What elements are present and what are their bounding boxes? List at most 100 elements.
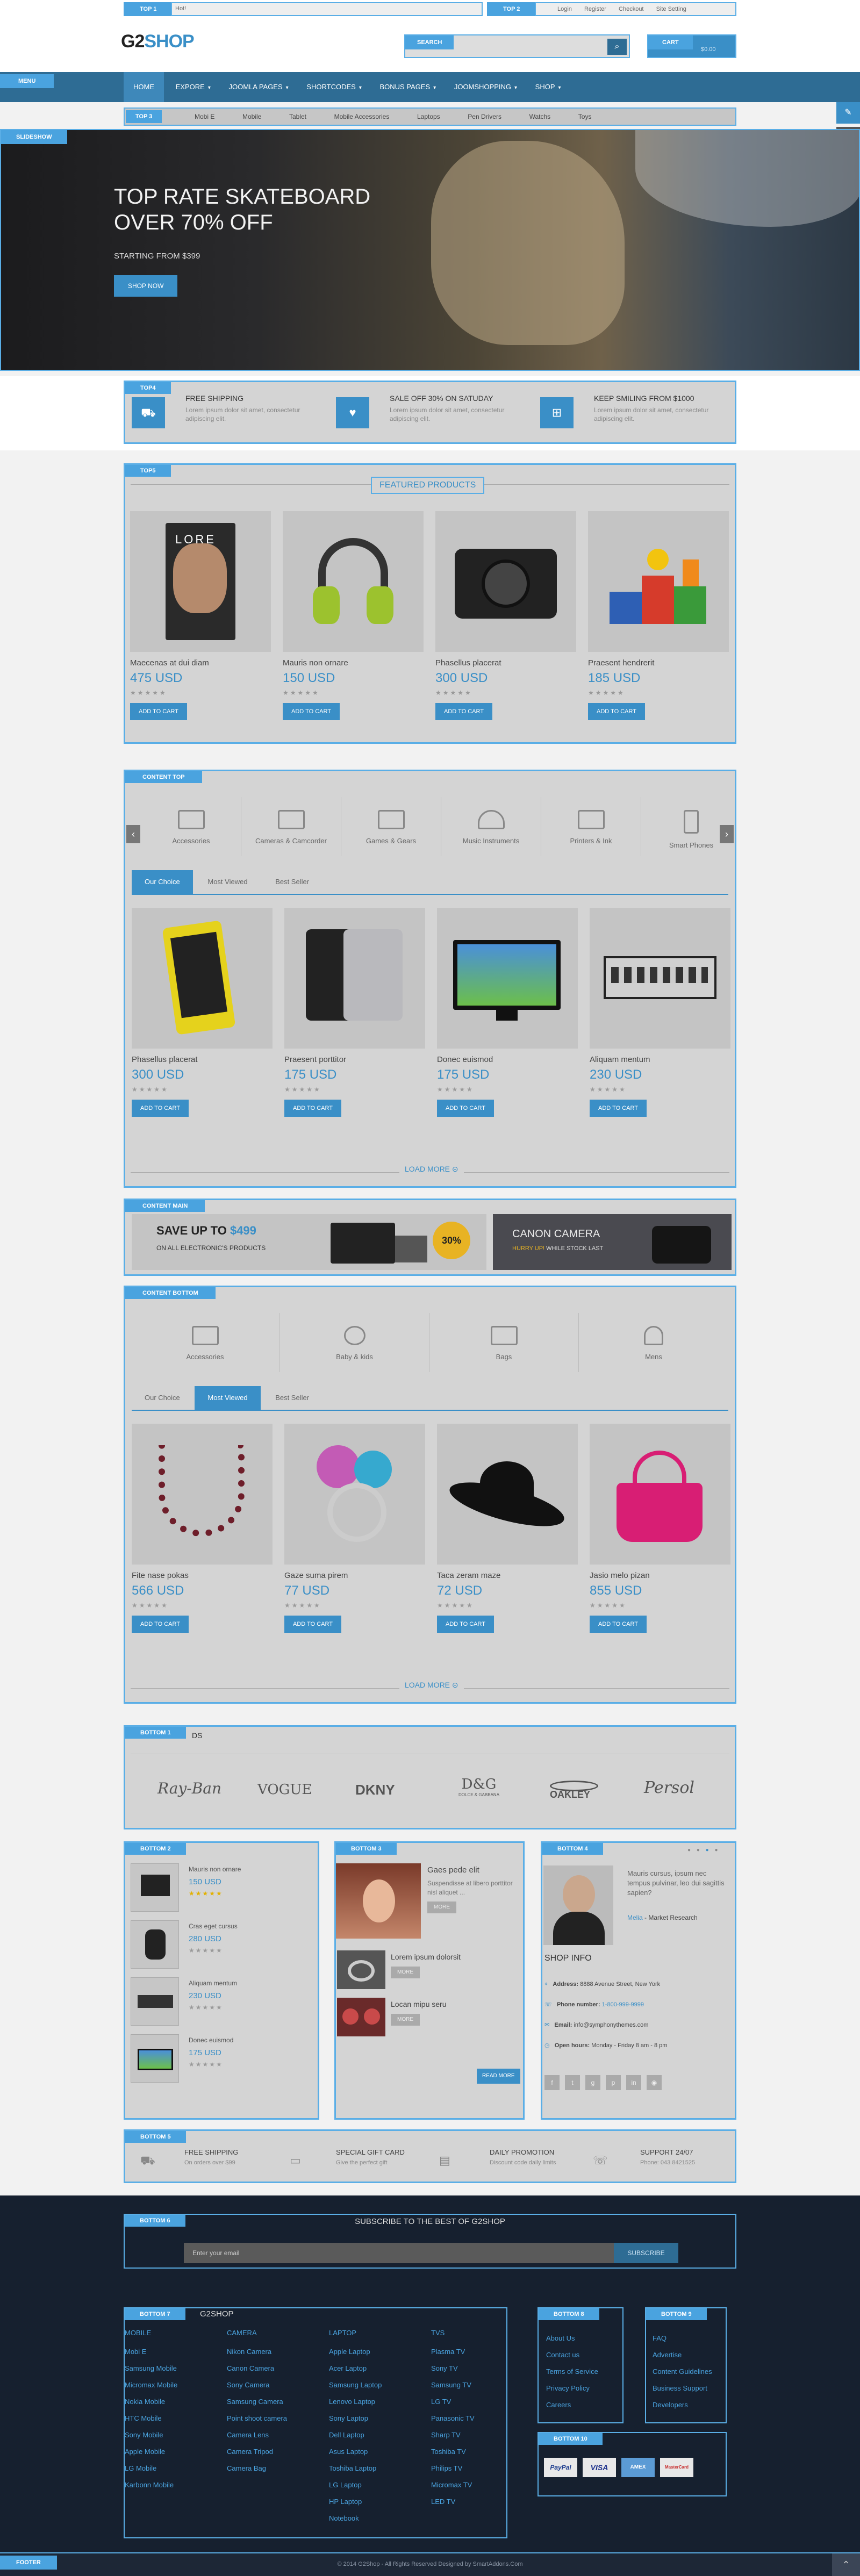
email-input[interactable]: Enter your email [184,2243,614,2263]
site-setting-link[interactable]: Site Setting [656,6,686,12]
product-name[interactable]: Phasellus placerat [132,1055,273,1064]
footer-link[interactable]: Micromax Mobile [125,2377,177,2393]
add-to-cart-button[interactable]: ADD TO CART [130,703,187,720]
login-link[interactable]: Login [557,6,572,12]
post-more-button[interactable]: MORE [391,1967,420,1978]
product-image[interactable] [590,908,730,1049]
nav-joomla-pages[interactable]: JOOMLA PAGES [219,72,292,102]
footer-link[interactable]: Sony TV [431,2360,475,2377]
subnav-tablet[interactable]: Tablet [276,109,319,125]
load-more-button[interactable]: LOAD MORE ⊝ [399,1165,464,1174]
footer-link[interactable]: Advertise [653,2347,712,2363]
footer-link[interactable]: Samsung Mobile [125,2360,177,2377]
footer-link[interactable]: Careers [546,2396,598,2413]
footer-link[interactable]: Terms of Service [546,2363,598,2380]
footer-link[interactable]: Camera Bag [227,2460,287,2477]
add-to-cart-button[interactable]: ADD TO CART [588,703,645,720]
add-to-cart-button[interactable]: ADD TO CART [284,1616,341,1633]
footer-link[interactable]: Sony Mobile [125,2427,177,2443]
subnav-mobi-e[interactable]: Mobi E [182,109,227,125]
product-image[interactable] [284,1424,425,1565]
add-to-cart-button[interactable]: ADD TO CART [283,703,340,720]
footer-link[interactable]: Plasma TV [431,2343,475,2360]
footer-link[interactable]: Philips TV [431,2460,475,2477]
tab-best-seller[interactable]: Best Seller [262,1386,322,1410]
footer-link[interactable]: Content Guidelines [653,2363,712,2380]
product-name[interactable]: Phasellus placerat [435,658,576,668]
footer-link[interactable]: Samsung Laptop [329,2377,382,2393]
footer-link[interactable]: Nikon Camera [227,2343,287,2360]
footer-link[interactable]: Mobi E [125,2343,177,2360]
product-image[interactable] [435,511,576,652]
product-name[interactable]: Fite nase pokas [132,1571,273,1580]
add-to-cart-button[interactable]: ADD TO CART [132,1100,189,1117]
add-to-cart-button[interactable]: ADD TO CART [437,1616,494,1633]
footer-link[interactable]: LG TV [431,2393,475,2410]
product-thumb[interactable] [131,1920,179,1969]
bottom2-item-name[interactable]: Aliquam mentum [189,1979,237,1987]
footer-link[interactable]: About Us [546,2330,598,2347]
footer-link[interactable]: LG Laptop [329,2477,382,2493]
footer-link[interactable]: HP Laptop [329,2493,382,2510]
settings-tool-icon[interactable]: ✎ [836,102,860,124]
product-card[interactable]: Phasellus placerat 300 USD ★★★★★ ADD TO … [132,908,273,1117]
footer-link[interactable]: Acer Laptop [329,2360,382,2377]
footer-link[interactable]: HTC Mobile [125,2410,177,2427]
product-image[interactable] [132,908,273,1049]
category-accessories[interactable]: Accessories [141,797,241,856]
nav-home[interactable]: HOME [124,72,164,102]
footer-link[interactable]: Sony Laptop [329,2410,382,2427]
add-to-cart-button[interactable]: ADD TO CART [437,1100,494,1117]
post-title[interactable]: Lorem ipsum dolorsit [391,1953,461,1961]
footer-link[interactable]: Apple Mobile [125,2443,177,2460]
footer-link[interactable]: Lenovo Laptop [329,2393,382,2410]
subscribe-button[interactable]: SUBSCRIBE [614,2243,678,2263]
read-more-button[interactable]: READ MORE [477,2069,520,2084]
footer-link[interactable]: Sharp TV [431,2427,475,2443]
add-to-cart-button[interactable]: ADD TO CART [590,1100,647,1117]
register-link[interactable]: Register [584,6,606,12]
search-box[interactable]: SEARCH ⌕ [404,34,630,58]
feature-image[interactable] [336,1863,421,1939]
carousel-dots[interactable]: ● ● ● ● [687,1847,720,1853]
footer-link[interactable]: Toshiba Laptop [329,2460,382,2477]
footer-link[interactable]: Samsung Camera [227,2393,287,2410]
category-accessories[interactable]: Accessories [131,1313,280,1372]
product-image[interactable] [283,511,424,652]
product-card[interactable]: Phasellus placerat 300 USD ★★★★★ ADD TO … [435,511,576,720]
add-to-cart-button[interactable]: ADD TO CART [284,1100,341,1117]
footer-link[interactable]: Point shoot camera [227,2410,287,2427]
post-more-button[interactable]: MORE [391,2014,420,2026]
category-smartphones[interactable]: Smart Phones [641,797,741,856]
nav-joomshopping[interactable]: JOOMSHOPPING [445,72,521,102]
cart-box[interactable]: CART $0.00 [647,34,736,58]
tab-our-choice[interactable]: Our Choice [132,870,193,894]
product-image[interactable] [588,511,729,652]
bottom2-item-name[interactable]: Mauris non ornare [189,1865,241,1873]
add-to-cart-button[interactable]: ADD TO CART [590,1616,647,1633]
footer-link[interactable]: Privacy Policy [546,2380,598,2396]
product-name[interactable]: Donec euismod [437,1055,578,1064]
product-card[interactable]: Fite nase pokas 566 USD ★★★★★ ADD TO CAR… [132,1424,273,1633]
checkout-link[interactable]: Checkout [619,6,643,12]
tab-most-viewed[interactable]: Most Viewed [195,1386,261,1410]
load-more-button[interactable]: LOAD MORE ⊝ [399,1681,464,1690]
category-baby-kids[interactable]: Baby & kids [280,1313,429,1372]
tab-most-viewed[interactable]: Most Viewed [195,870,260,894]
brand-persol[interactable]: Persol [644,1778,694,1797]
footer-link[interactable]: Sony Camera [227,2377,287,2393]
product-card[interactable]: Donec euismod 175 USD ★★★★★ ADD TO CART [437,908,578,1117]
category-music[interactable]: Music Instruments [441,797,541,856]
facebook-icon[interactable]: f [544,2075,560,2090]
product-thumb[interactable] [131,1863,179,1912]
footer-link[interactable]: Micromax TV [431,2477,475,2493]
category-bags[interactable]: Bags [429,1313,579,1372]
category-printers[interactable]: Printers & Ink [541,797,641,856]
product-name[interactable]: Taca zeram maze [437,1571,578,1580]
footer-link[interactable]: Notebook [329,2510,382,2527]
subnav-toys[interactable]: Toys [565,109,605,125]
product-card[interactable]: Taca zeram maze 72 USD ★★★★★ ADD TO CART [437,1424,578,1633]
product-name[interactable]: Praesent hendrerit [588,658,729,668]
subnav-watchs[interactable]: Watchs [517,109,564,125]
footer-link[interactable]: Panasonic TV [431,2410,475,2427]
